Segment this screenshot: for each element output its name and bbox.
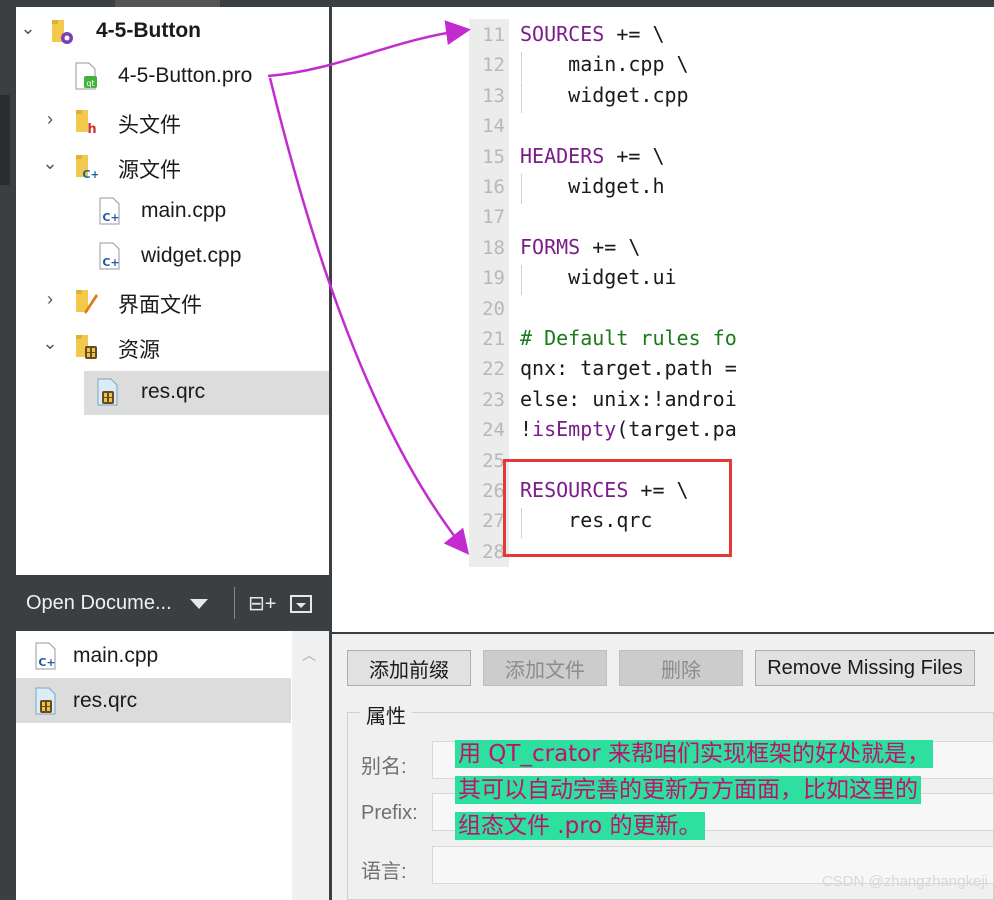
arrow-to-top [267, 20, 471, 78]
annotation-arrows [267, 20, 471, 555]
watermark: CSDN @zhangzhangkeji [821, 873, 988, 890]
arrow-to-bottom [268, 77, 470, 555]
